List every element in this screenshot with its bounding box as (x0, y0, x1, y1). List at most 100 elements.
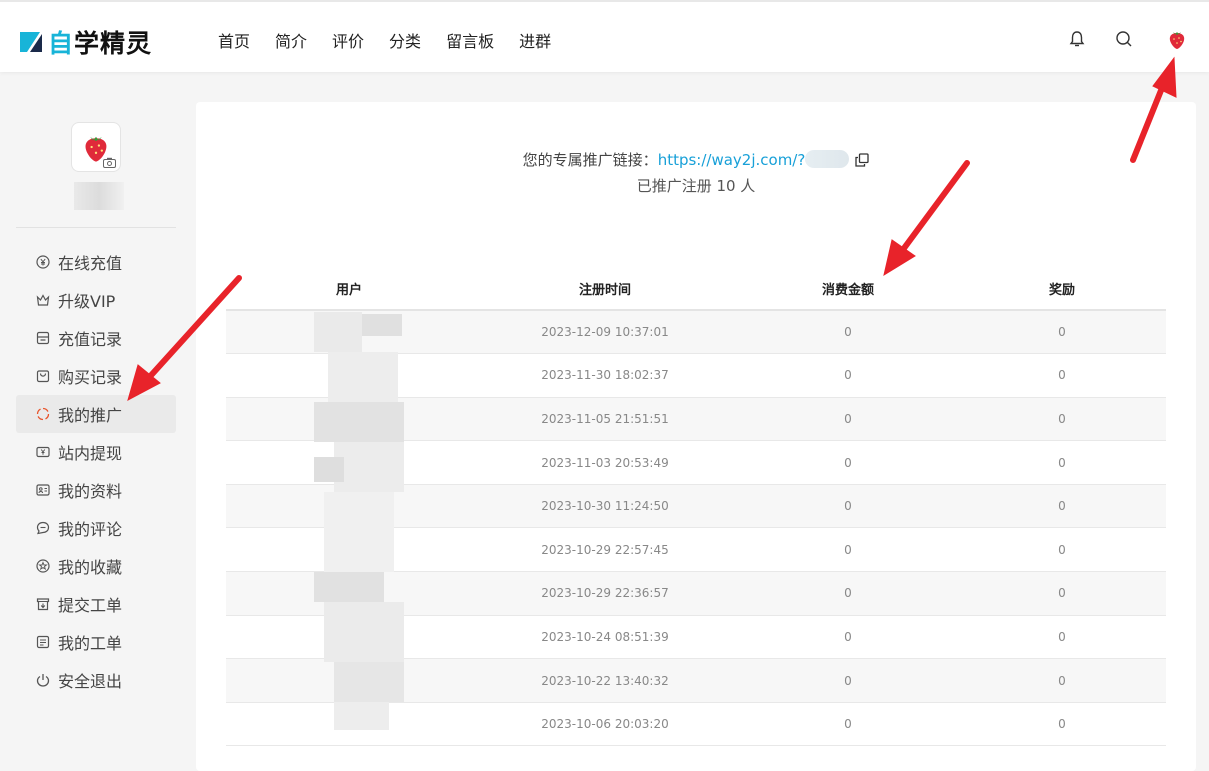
profile-card-icon (36, 483, 50, 497)
nav-guestbook[interactable]: 留言板 (446, 28, 494, 52)
sidebar-divider (16, 227, 176, 228)
sidebar-item-label: 站内提现 (58, 444, 123, 463)
sidebar-item-label: 充值记录 (58, 330, 123, 349)
cell-spend: 0 (738, 484, 958, 529)
cell-spend: 0 (738, 571, 958, 616)
cell-spend: 0 (738, 440, 958, 485)
cell-reward: 0 (958, 615, 1166, 660)
table-row: u30 2 2023-10-29 22:36:57 0 0 (226, 571, 1166, 616)
sidebar-item-label: 提交工单 (58, 596, 123, 615)
sidebar-item-label: 购买记录 (58, 368, 123, 387)
sidebar-menu: 在线充值 升级VIP 充值记录 购买记录 我的推广 站内提现 我的资料 我的评论… (16, 243, 176, 699)
logo-text-rest: 学精灵 (74, 29, 153, 58)
power-icon (36, 673, 50, 687)
strawberry-avatar-icon[interactable] (1166, 28, 1188, 50)
cell-register-time: 2023-10-06 20:03:20 (472, 702, 738, 747)
sidebar-item-recharge-records[interactable]: 充值记录 (16, 319, 176, 357)
sidebar-item-favorites[interactable]: 我的收藏 (16, 547, 176, 585)
cell-reward: 0 (958, 527, 1166, 573)
registered-count: 已推广注册 10 人 (636, 177, 756, 195)
withdraw-icon (36, 445, 50, 459)
promo-link[interactable]: https://way2j.com/? (658, 151, 806, 169)
column-header-user: 用户 (226, 268, 472, 311)
sidebar-item-label: 我的资料 (58, 482, 123, 501)
nav-reviews[interactable]: 评价 (332, 28, 364, 52)
top-header: 自学精灵 首页 简介 评价 分类 留言板 进群 (0, 0, 1209, 72)
cell-user: u4 5 (226, 658, 472, 703)
cell-spend: 0 (738, 658, 958, 703)
cell-user: u35 (226, 615, 472, 660)
cell-spend: 0 (738, 527, 958, 573)
sidebar-item-label: 在线充值 (58, 254, 123, 273)
camera-icon[interactable] (103, 157, 116, 168)
yen-circle-icon (36, 255, 50, 269)
referral-table: 用户 注册时间 消费金额 奖励 u5 2023-12-09 10:37:01 0 0 … (226, 268, 1166, 747)
cell-reward: 0 (958, 702, 1166, 747)
cell-user: u5 (226, 310, 472, 355)
promo-link-label: 您的专属推广链接： (522, 151, 658, 169)
cell-user: u75 (226, 702, 472, 747)
sidebar-item-profile[interactable]: 我的资料 (16, 471, 176, 509)
cell-reward: 0 (958, 571, 1166, 616)
bell-icon[interactable] (1066, 28, 1088, 50)
site-logo[interactable]: 自学精灵 (18, 24, 152, 60)
ticket-submit-icon (36, 597, 50, 611)
promo-link-redacted (805, 150, 850, 168)
cell-spend: 0 (738, 615, 958, 660)
sidebar-item-label: 我的收藏 (58, 558, 123, 577)
cell-register-time: 2023-11-30 18:02:37 (472, 353, 738, 398)
nav-categories[interactable]: 分类 (389, 28, 421, 52)
sidebar-item-vip[interactable]: 升级VIP (16, 281, 176, 319)
column-header-reward: 奖励 (958, 268, 1166, 311)
ticket-list-icon (36, 635, 50, 649)
sidebar-item-recharge[interactable]: 在线充值 (16, 243, 176, 281)
sidebar-item-label: 我的推广 (58, 406, 123, 425)
cell-register-time: 2023-11-03 20:53:49 (472, 440, 738, 485)
cell-register-time: 2023-12-09 10:37:01 (472, 310, 738, 355)
table-row: u4 5 2023-10-22 13:40:32 0 0 (226, 658, 1166, 703)
cell-register-time: 2023-10-29 22:57:45 (472, 527, 738, 573)
table-row: u75 2023-10-06 20:03:20 0 0 (226, 702, 1166, 747)
username-redacted (74, 182, 124, 210)
copy-icon[interactable] (855, 153, 869, 167)
nav-intro[interactable]: 简介 (275, 28, 307, 52)
sidebar-item-label: 安全退出 (58, 672, 123, 691)
table-header-row: 用户 注册时间 消费金额 奖励 (226, 268, 1166, 311)
table-row: u1 2023-11-30 18:02:37 0 0 (226, 353, 1166, 398)
sidebar-item-purchase-records[interactable]: 购买记录 (16, 357, 176, 395)
sidebar-item-comments[interactable]: 我的评论 (16, 509, 176, 547)
column-header-spend-amount: 消费金额 (738, 268, 958, 311)
nav-home[interactable]: 首页 (218, 28, 250, 52)
sidebar-item-my-tickets[interactable]: 我的工单 (16, 623, 176, 661)
cell-user (226, 527, 472, 573)
sidebar-item-logout[interactable]: 安全退出 (16, 661, 176, 699)
cell-register-time: 2023-10-29 22:36:57 (472, 571, 738, 616)
table-row: w 2023-10-30 11:24:50 0 0 (226, 484, 1166, 529)
cell-register-time: 2023-10-24 08:51:39 (472, 615, 738, 660)
cell-register-time: 2023-11-05 21:51:51 (472, 397, 738, 442)
logo-text-first: 自 (48, 29, 75, 58)
main-nav: 首页 简介 评价 分类 留言板 进群 (218, 28, 576, 52)
sidebar-item-label: 我的评论 (58, 520, 123, 539)
sidebar-item-label: 我的工单 (58, 634, 123, 653)
search-icon[interactable] (1113, 28, 1135, 50)
cell-reward: 0 (958, 397, 1166, 442)
avatar[interactable] (71, 122, 121, 172)
cell-reward: 0 (958, 310, 1166, 355)
promotion-icon (36, 407, 50, 421)
cell-user: lean (226, 440, 472, 485)
bag-icon (36, 369, 50, 383)
promo-link-line: 您的专属推广链接：https://way2j.com/? (196, 149, 1196, 170)
cell-register-time: 2023-10-30 11:24:50 (472, 484, 738, 529)
nav-join-group[interactable]: 进群 (519, 28, 551, 52)
sidebar-item-promotion[interactable]: 我的推广 (16, 395, 176, 433)
sidebar-item-submit-ticket[interactable]: 提交工单 (16, 585, 176, 623)
sidebar-item-withdraw[interactable]: 站内提现 (16, 433, 176, 471)
cell-spend: 0 (738, 353, 958, 398)
star-icon (36, 559, 50, 573)
cell-user: u1 (226, 353, 472, 398)
sidebar-item-label: 升级VIP (58, 292, 116, 311)
cell-reward: 0 (958, 353, 1166, 398)
cell-user: u30 2 (226, 571, 472, 616)
table-row: lean 2023-11-03 20:53:49 0 0 (226, 440, 1166, 485)
